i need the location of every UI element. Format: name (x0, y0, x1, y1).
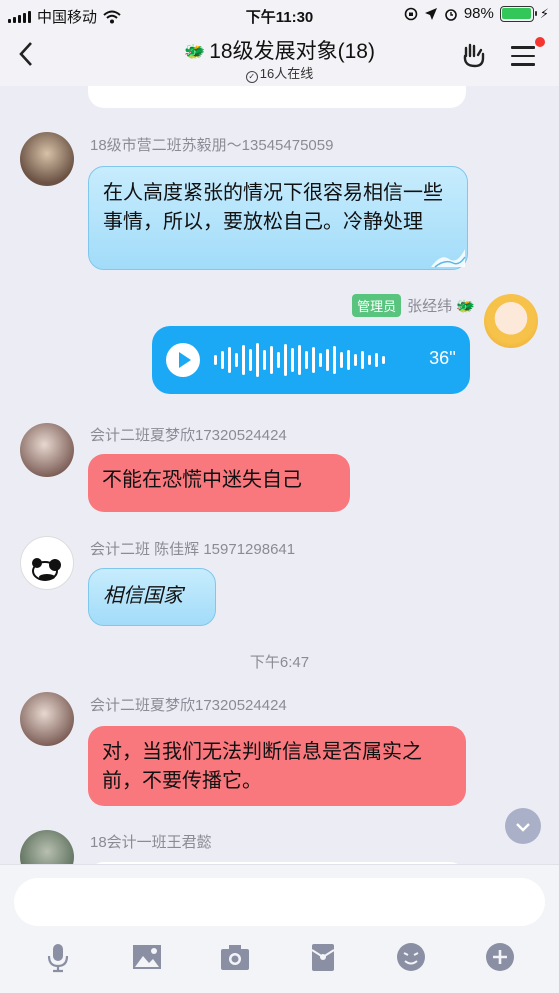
notification-dot (535, 37, 545, 47)
location-icon (424, 7, 437, 20)
input-area (0, 864, 559, 993)
sender-name: 18级市营二班苏毅朋～13545475059 (90, 137, 334, 154)
sender-name: 会计二班夏梦欣17320524424 (90, 427, 287, 444)
scroll-down-button[interactable] (505, 808, 541, 844)
hand-gesture-icon (463, 43, 485, 68)
admin-badge: 管理员 (352, 294, 402, 317)
status-bar: 中国移动 下午11:30 98% ⚡ (0, 0, 559, 30)
message-text: 对，当我们无法判断信息是否属实之前，不要传播它。 (102, 741, 422, 792)
mic-icon[interactable] (42, 941, 74, 973)
wave-decoration-icon (431, 249, 466, 268)
avatar[interactable] (20, 830, 74, 864)
admin-sender-row: 管理员 张经纬 🐲 (352, 294, 475, 317)
dragon-icon: 🐲 (456, 298, 475, 315)
play-icon[interactable] (166, 343, 200, 377)
voice-message-bubble[interactable]: 36'' (152, 326, 470, 394)
sender-name: 张经纬 (407, 298, 453, 315)
chevron-down-icon (516, 823, 530, 832)
avatar[interactable] (20, 536, 74, 590)
avatar[interactable] (484, 294, 538, 348)
panda-avatar-icon (32, 558, 61, 581)
rotation-lock-icon (404, 7, 418, 20)
message-bubble[interactable]: 在人高度紧张的情况下很容易相信一些事情，所以，要放松自己。冷静处理 (88, 166, 468, 270)
charging-icon: ⚡ (539, 5, 549, 21)
group-title: 18级发展对象(18) (209, 40, 375, 63)
timestamp: 下午6:47 (249, 654, 310, 671)
battery-percent: 98% (463, 5, 494, 22)
voice-duration: 36'' (429, 348, 456, 368)
message-text: 在人高度紧张的情况下很容易相信一些事情，所以，要放松自己。冷静处理 (103, 182, 443, 233)
sender-name: 18会计一班王君懿 (90, 834, 212, 851)
chat-area[interactable]: 18级市营二班苏毅朋～13545475059 在人高度紧张的情况下很容易相信一些… (0, 86, 559, 864)
message-text: 不能在恐慌中迷失自己 (102, 469, 302, 491)
red-packet-icon[interactable] (307, 941, 339, 973)
message-bubble[interactable] (88, 86, 466, 108)
message-bubble[interactable]: 对，当我们无法判断信息是否属实之前，不要传播它。 (88, 726, 466, 806)
camera-icon[interactable] (219, 941, 251, 973)
online-count: 16人在线 (259, 66, 314, 81)
hand-gesture-button[interactable] (461, 42, 489, 75)
message-bubble[interactable]: 相信国家 (88, 568, 216, 626)
check-circle-icon: ✓ (245, 71, 258, 83)
battery-icon (499, 5, 537, 22)
message-text: 相信国家 (103, 583, 183, 607)
waveform-icon (214, 342, 385, 378)
plus-icon[interactable] (484, 941, 516, 973)
dragon-icon: 🐲 (184, 42, 206, 61)
sender-name: 会计二班夏梦欣17320524424 (90, 697, 287, 714)
avatar[interactable] (20, 692, 74, 746)
nav-bar: 🐲 18级发展对象(18) ✓ 16人在线 (0, 30, 559, 86)
toolbar (0, 937, 559, 981)
emoji-icon[interactable] (395, 941, 427, 973)
avatar[interactable] (20, 132, 74, 186)
menu-button[interactable] (511, 46, 535, 66)
message-bubble[interactable]: 不能在恐慌中迷失自己 (88, 454, 350, 512)
avatar[interactable] (20, 423, 74, 477)
alarm-icon (445, 8, 457, 21)
message-input[interactable] (14, 878, 545, 926)
sender-name: 会计二班 陈佳辉 15971298641 (90, 541, 296, 558)
image-icon[interactable] (131, 941, 163, 973)
